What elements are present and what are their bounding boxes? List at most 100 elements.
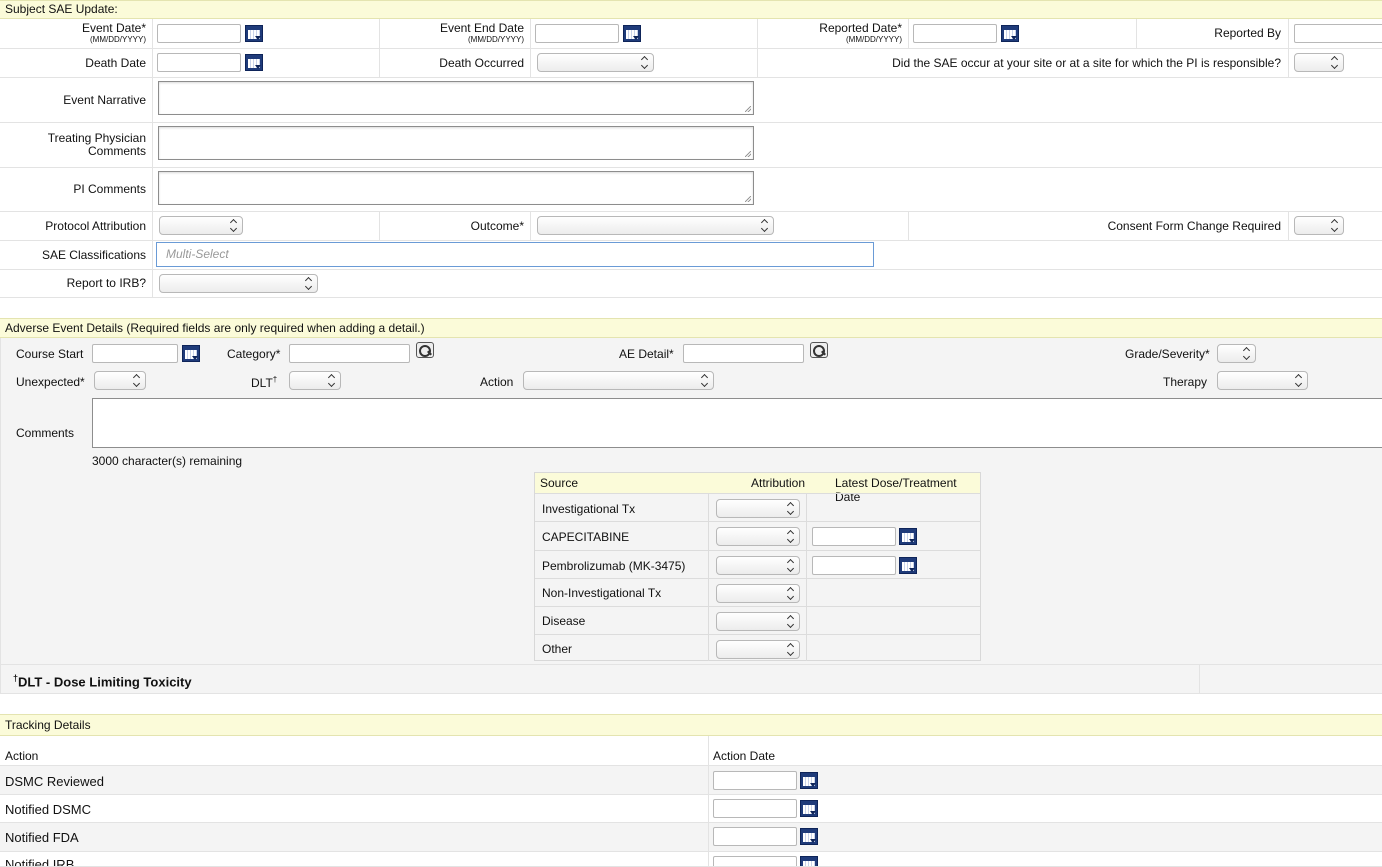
pi-comments-textarea[interactable]: [158, 171, 754, 205]
attribution-select[interactable]: [716, 640, 800, 659]
tracking-date-input[interactable]: [713, 856, 797, 866]
calendar-icon[interactable]: [800, 772, 818, 789]
calendar-icon[interactable]: [245, 54, 263, 71]
pi-comments-label: PI Comments: [73, 182, 146, 196]
characters-remaining: 3000 character(s) remaining: [92, 454, 243, 468]
reported-by-input[interactable]: [1294, 24, 1382, 43]
tracking-action-label: DSMC Reviewed: [5, 774, 104, 789]
physician-comments-textarea[interactable]: [158, 126, 754, 160]
sae-section-header: Subject SAE Update:: [0, 0, 1382, 19]
calendar-icon[interactable]: [800, 828, 818, 845]
death-occurred-select[interactable]: [537, 53, 654, 72]
source-name: Non-Investigational Tx: [542, 586, 662, 600]
tracking-date-input[interactable]: [713, 771, 797, 790]
unexpected-select[interactable]: [94, 371, 146, 390]
report-irb-select[interactable]: [159, 274, 318, 293]
ae-section-header: Adverse Event Details (Required fields a…: [0, 318, 1382, 338]
calendar-icon[interactable]: [1001, 25, 1019, 42]
calendar-icon[interactable]: [245, 25, 263, 42]
source-name: Pembrolizumab (MK-3475): [542, 559, 686, 573]
source-header: Source: [540, 476, 579, 490]
attribution-select[interactable]: [716, 527, 800, 546]
event-date-input[interactable]: [157, 24, 241, 43]
tracking-date-input[interactable]: [713, 827, 797, 846]
dose-date-input[interactable]: [812, 556, 896, 575]
dose-date-input[interactable]: [812, 527, 896, 546]
lookup-icon[interactable]: [416, 342, 434, 358]
category-input[interactable]: [289, 344, 410, 363]
grade-select[interactable]: [1217, 344, 1256, 363]
action-label: Action: [480, 375, 514, 389]
attribution-row: Protocol Attribution Outcome* Consent Fo…: [0, 212, 1382, 241]
dlt-select[interactable]: [289, 371, 341, 390]
tracking-action-label: Notified FDA: [5, 830, 79, 845]
event-narrative-row: Event Narrative: [0, 78, 1382, 123]
calendar-icon[interactable]: [899, 528, 917, 545]
classifications-multiselect[interactable]: Multi-Select: [156, 242, 874, 267]
protocol-attribution-label: Protocol Attribution: [45, 219, 146, 233]
calendar-icon[interactable]: [899, 557, 917, 574]
sae-death-row: Death Date Death Occurred Did the SAE oc…: [0, 49, 1382, 78]
tracking-section-header: Tracking Details: [0, 714, 1382, 736]
action-select[interactable]: [523, 371, 714, 390]
course-start-label: Course Start: [16, 347, 84, 361]
source-row: Other: [535, 634, 980, 661]
event-end-date-label: Event End Date (MM/DD/YYYY): [439, 21, 524, 45]
site-question-label: Did the SAE occur at your site or at a s…: [892, 56, 1281, 70]
calendar-icon[interactable]: [800, 800, 818, 817]
sae-dates-row: Event Date* (MM/DD/YYYY) Event End Date (M…: [0, 19, 1382, 49]
classifications-label: SAE Classifications: [41, 248, 146, 262]
death-occurred-label: Death Occurred: [439, 56, 524, 70]
physician-comments-label: Treating Physician Comments: [47, 131, 146, 158]
dlt-footnote: †DLT - Dose Limiting Toxicity: [13, 673, 192, 690]
unexpected-label: Unexpected*: [16, 375, 85, 389]
ae-comments-textarea[interactable]: [92, 398, 1382, 448]
tracking-header-row: Action Action Date: [0, 736, 1382, 766]
event-narrative-label: Event Narrative: [63, 93, 146, 107]
tracking-date-input[interactable]: [713, 799, 797, 818]
tracking-row: Notified IRB: [0, 852, 1382, 867]
reported-date-input[interactable]: [913, 24, 997, 43]
source-row: CAPECITABINE: [535, 521, 980, 550]
source-row: Pembrolizumab (MK-3475): [535, 550, 980, 578]
therapy-select[interactable]: [1217, 371, 1308, 390]
event-narrative-textarea[interactable]: [158, 81, 754, 115]
lookup-icon[interactable]: [810, 342, 828, 358]
death-date-label: Death Date: [85, 56, 146, 70]
classifications-row: SAE Classifications Multi-Select: [0, 241, 1382, 270]
source-row: Disease: [535, 606, 980, 634]
tracking-action-label: Notified DSMC: [5, 802, 91, 817]
outcome-select[interactable]: [537, 216, 774, 235]
therapy-label: Therapy: [1163, 375, 1208, 389]
source-row: Investigational Tx: [535, 493, 980, 521]
death-date-input[interactable]: [157, 53, 241, 72]
action-column-header: Action: [5, 749, 39, 763]
attribution-select[interactable]: [716, 612, 800, 631]
consent-change-select[interactable]: [1294, 216, 1344, 235]
event-date-label: Event Date* (MM/DD/YYYY): [81, 21, 146, 45]
ae-detail-input[interactable]: [683, 344, 804, 363]
course-start-input[interactable]: [92, 344, 178, 363]
protocol-attribution-select[interactable]: [159, 216, 243, 235]
event-end-date-input[interactable]: [535, 24, 619, 43]
dlt-label: DLT†: [251, 375, 278, 390]
site-question-select[interactable]: [1294, 53, 1344, 72]
action-date-column-header: Action Date: [713, 749, 776, 763]
attribution-select[interactable]: [716, 499, 800, 518]
attribution-select[interactable]: [716, 584, 800, 603]
outcome-label: Outcome*: [470, 219, 524, 233]
calendar-icon[interactable]: [182, 345, 200, 362]
tracking-row: Notified DSMC: [0, 795, 1382, 823]
calendar-icon[interactable]: [800, 856, 818, 866]
report-irb-row: Report to IRB?: [0, 270, 1382, 298]
category-label: Category*: [227, 347, 281, 361]
source-name: CAPECITABINE: [542, 530, 630, 544]
consent-change-label: Consent Form Change Required: [1107, 219, 1281, 233]
source-name: Other: [542, 642, 573, 656]
attribution-select[interactable]: [716, 556, 800, 575]
dlt-footnote-row: †DLT - Dose Limiting Toxicity: [0, 664, 1382, 694]
dlt-dagger: †: [272, 375, 278, 384]
attribution-header: Attribution: [751, 476, 806, 490]
calendar-icon[interactable]: [623, 25, 641, 42]
reported-date-label: Reported Date* (MM/DD/YYYY): [819, 21, 902, 45]
